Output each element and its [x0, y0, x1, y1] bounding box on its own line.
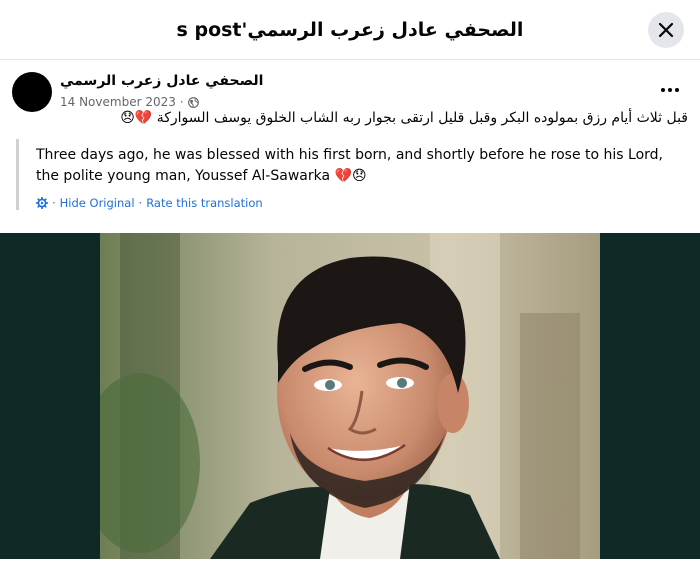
author-avatar[interactable] [12, 72, 52, 112]
link-separator-1: · [52, 196, 56, 210]
globe-icon [187, 96, 199, 108]
bottom-strip [0, 559, 700, 577]
more-options-button[interactable] [658, 78, 682, 102]
post-date[interactable]: 14 November 2023 [60, 95, 176, 109]
post-meta: 14 November 2023 · [60, 95, 199, 109]
close-button[interactable] [648, 12, 684, 48]
author-name[interactable]: الصحفي عادل زعرب الرسمي [60, 73, 263, 89]
translation-box: Three days ago, he was blessed with his … [16, 139, 676, 210]
meta-separator: · [179, 95, 184, 109]
link-separator-2: · [138, 196, 143, 210]
translation-links: · Hide Original · Rate this translation [36, 196, 676, 210]
post-original-text: قبل ثلاث أيام رزق بمولوده البكر وقبل قلي… [16, 110, 688, 126]
gear-icon [36, 197, 48, 209]
close-icon [658, 22, 674, 38]
translation-text-block: Three days ago, he was blessed with his … [36, 145, 676, 187]
post-photo[interactable] [100, 233, 600, 559]
rate-translation-link[interactable]: Rate this translation [146, 196, 263, 210]
translation-emoji: 💔😞 [334, 168, 367, 184]
dialog-title: s post'الصحفي عادل زعرب الرسمي [176, 18, 524, 41]
original-text: قبل ثلاث أيام رزق بمولوده البكر وقبل قلي… [156, 110, 688, 126]
post-image-area[interactable] [0, 233, 700, 559]
dialog-header: s post'الصحفي عادل زعرب الرسمي [0, 0, 700, 60]
original-emoji: 💔😞 [120, 110, 153, 126]
more-icon [661, 88, 679, 92]
hide-original-link[interactable]: Hide Original [60, 196, 135, 210]
